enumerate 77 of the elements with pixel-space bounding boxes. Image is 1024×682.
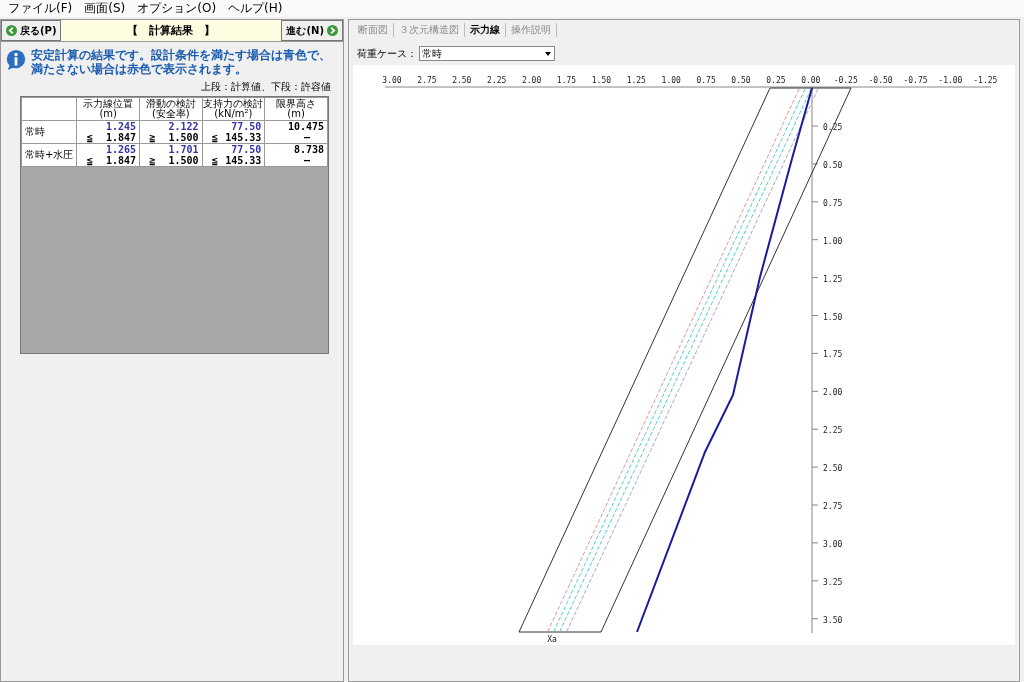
tab[interactable]: 示力線 — [465, 23, 506, 37]
comparison-sign: ≧ — [148, 155, 155, 166]
row-label: 常時+水圧 — [21, 143, 77, 167]
axis-tick-label: -0.25 — [833, 76, 858, 85]
menu-item[interactable]: 画面(S) — [84, 0, 126, 17]
calc-value: 8.738 — [293, 144, 324, 155]
axis-tick-label: 2.25 — [823, 426, 843, 436]
axis-tick-label: 2.25 — [487, 76, 507, 85]
axis-tick-label: 1.50 — [823, 312, 843, 322]
allowable-value: 1.500 — [168, 155, 199, 166]
axis-tick-label: 1.50 — [591, 76, 612, 85]
calc-value: 77.50 — [231, 121, 262, 132]
forward-arrow-icon — [327, 25, 338, 36]
comparison-sign: ≧ — [148, 132, 155, 143]
axis-tick-label: 0.00 — [801, 76, 821, 85]
axis-tick-label: 0.75 — [696, 76, 716, 85]
forward-button[interactable]: 進む(N) — [281, 20, 343, 41]
axis-tick-label: -1.25 — [973, 76, 998, 85]
load-case-dropdown[interactable]: 常時 — [419, 46, 555, 61]
menu-item[interactable]: オプション(O) — [137, 0, 217, 17]
axis-tick-label: -1.00 — [938, 76, 963, 85]
allowable-value: 1.500 — [168, 132, 199, 143]
axis-tick-label: 1.25 — [626, 76, 646, 85]
axis-tick-label: 2.00 — [521, 76, 542, 85]
axis-tick-label: 1.75 — [556, 76, 577, 85]
column-header: 滑動の検討 (安全率) — [139, 97, 203, 121]
comparison-sign: ≦ — [210, 155, 218, 166]
axis-tick-label: 2.50 — [452, 76, 472, 85]
calc-value: 1.245 — [105, 121, 136, 132]
axis-tick-label: 1.00 — [823, 236, 843, 246]
axis-tick-label: 0.50 — [823, 160, 843, 170]
info-icon — [5, 48, 27, 72]
allowable-value: 145.33 — [225, 155, 262, 166]
comparison-sign: ≦ — [210, 132, 218, 143]
axis-tick-label: 2.00 — [823, 388, 843, 398]
allowable-value: — — [303, 155, 311, 166]
menu-item[interactable]: ヘルプ(H) — [228, 0, 283, 17]
axis-tick-label: 1.75 — [823, 350, 843, 360]
calc-value: 77.50 — [231, 144, 262, 155]
caret-icon — [544, 50, 552, 57]
calc-value: 1.701 — [168, 144, 199, 155]
axis-tick-label: 0.25 — [823, 123, 843, 132]
menu-item[interactable]: ファイル(F) — [8, 0, 73, 17]
axis-tick-label: 1.25 — [823, 274, 843, 284]
axis-tick-label: 2.50 — [823, 464, 843, 474]
info-message: 安定計算の結果です。設計条件を満たす場合は青色で、満たさない場合は赤色で表示されます。 — [31, 48, 332, 76]
axis-tick-label: 3.25 — [823, 577, 843, 587]
allowable-value: 1.847 — [105, 155, 136, 166]
comparison-sign: ≦ — [85, 155, 93, 166]
comparison-sign: ≦ — [85, 132, 93, 143]
page-title: 【 計算結果 】 — [61, 20, 282, 41]
axis-tick-label: 0.75 — [823, 198, 843, 208]
calc-value: 2.122 — [168, 121, 199, 132]
column-header: 示力線位置 (m) — [76, 97, 140, 121]
axis-tick-label: 2.75 — [417, 76, 437, 85]
back-arrow-icon — [6, 25, 17, 36]
calc-value: 1.265 — [105, 144, 136, 155]
axis-tick-label: -0.75 — [903, 76, 928, 85]
axis-tick-label: 0.25 — [766, 76, 786, 85]
axis-tick-label: 3.00 — [823, 539, 843, 549]
back-button[interactable]: 戻る(P) — [1, 20, 62, 41]
row-label: 常時 — [21, 120, 77, 144]
legend-text: 上段：計算値、下段：許容値 — [200, 80, 332, 94]
axis-tick-label: 2.75 — [823, 502, 843, 511]
axis-tick-label: -0.50 — [868, 76, 893, 85]
axis-tick-label: 1.00 — [661, 76, 681, 85]
column-header: 限界高さ (m) — [264, 97, 328, 121]
axis-tick-label: 3.00 — [382, 76, 402, 85]
base-label: Xa — [547, 635, 557, 644]
axis-tick-label: 0.50 — [731, 76, 751, 85]
calc-value: 10.475 — [287, 121, 324, 132]
allowable-value: 1.847 — [105, 132, 136, 143]
column-header: 支持力の検討 (kN/m²) — [202, 97, 265, 121]
allowable-value: — — [303, 132, 311, 143]
allowable-value: 145.33 — [225, 132, 262, 143]
axis-tick-label: 3.50 — [823, 615, 843, 625]
load-case-label: 荷重ケース： — [357, 46, 417, 61]
